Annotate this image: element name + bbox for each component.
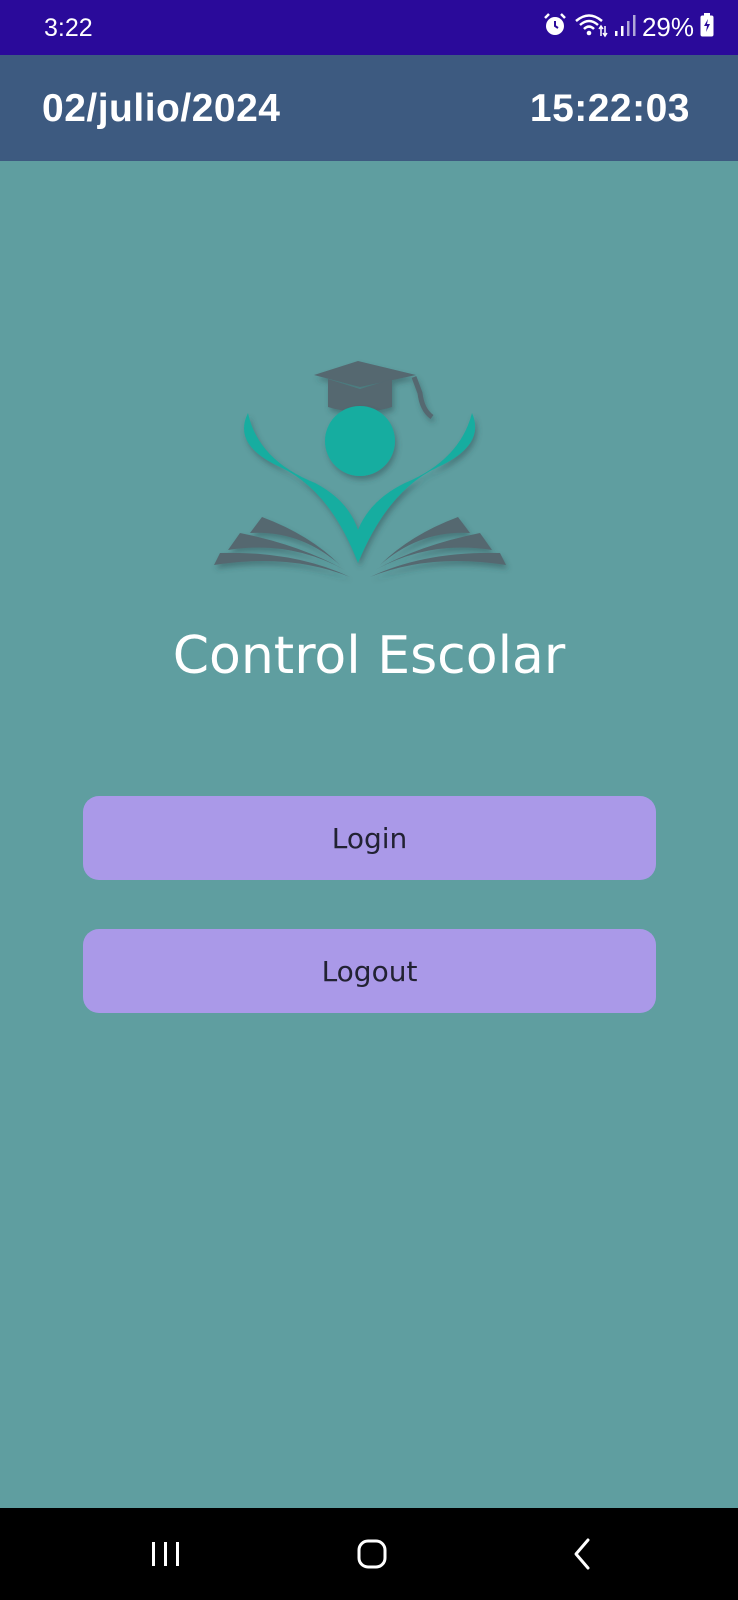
battery-charging-icon — [700, 13, 714, 41]
back-icon[interactable] — [552, 1530, 612, 1578]
navigation-bar — [0, 1508, 738, 1600]
app-title: Control Escolar — [172, 626, 566, 686]
header-clock: 15:22:03 — [529, 87, 690, 130]
alarm-icon — [542, 12, 568, 42]
status-bar: 3:22 29% — [0, 0, 738, 55]
graduate-book-logo — [210, 355, 530, 600]
recent-apps-icon[interactable] — [136, 1530, 196, 1578]
header-date: 02/julio/2024 — [42, 87, 281, 130]
signal-icon — [614, 12, 636, 42]
home-icon[interactable] — [342, 1530, 402, 1578]
battery-percent: 29% — [641, 11, 694, 42]
status-icons: 29% — [542, 12, 714, 42]
wifi-icon — [574, 12, 608, 42]
status-time: 3:22 — [44, 14, 93, 42]
app-header: 02/julio/2024 15:22:03 — [0, 55, 738, 161]
login-button[interactable]: Login — [83, 796, 656, 880]
logout-button[interactable]: Logout — [83, 929, 656, 1013]
